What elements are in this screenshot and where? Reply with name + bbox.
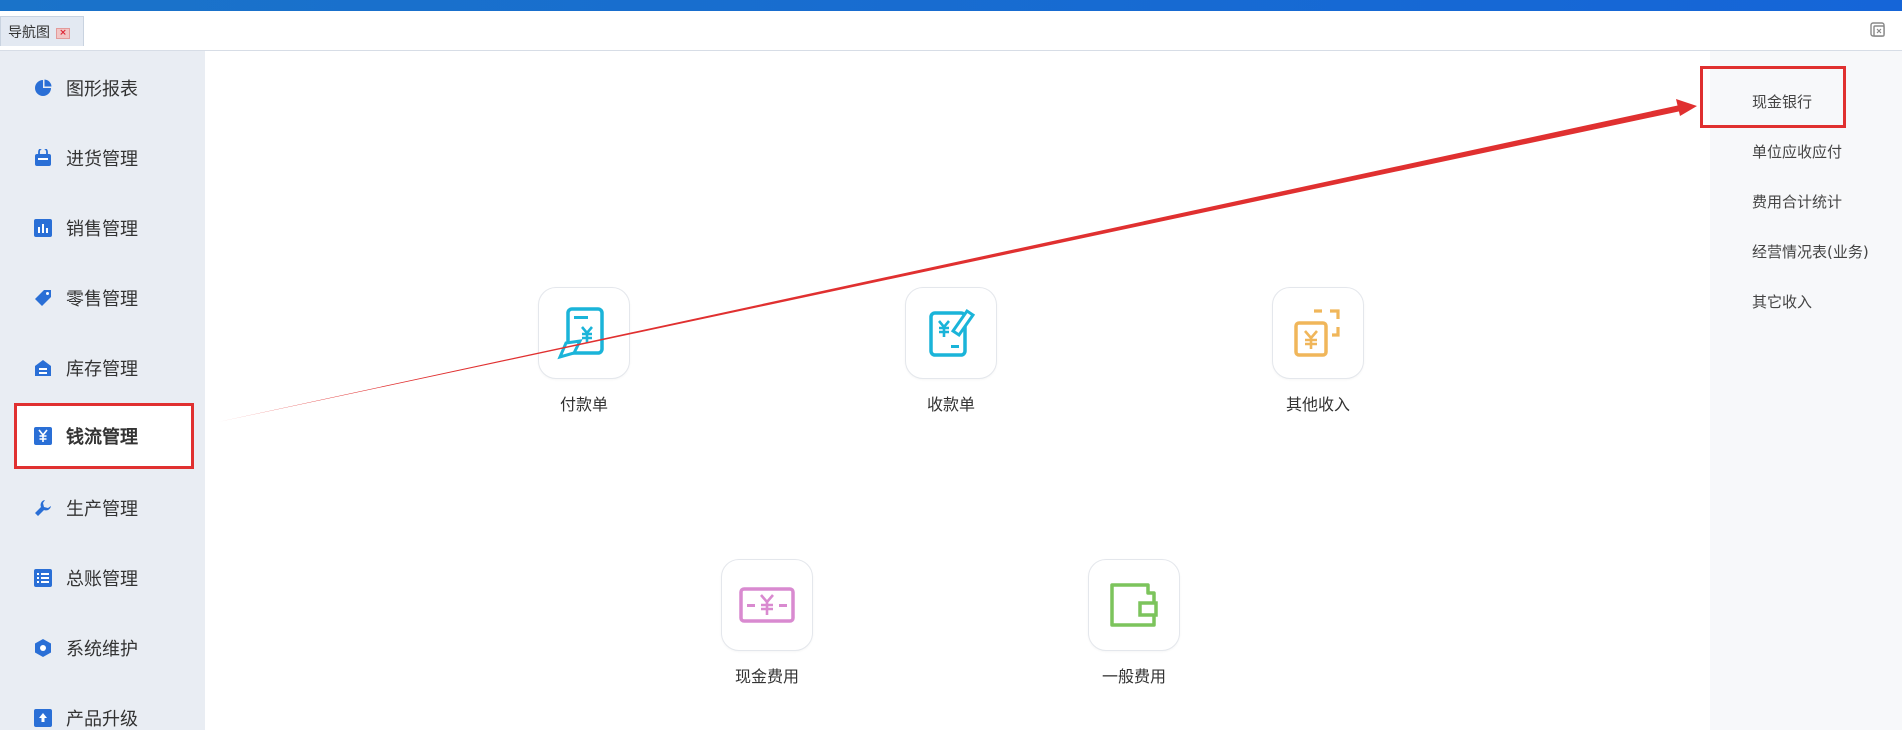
sidebar-item-retail[interactable]: 零售管理 [14,263,205,333]
wallet-icon [1088,559,1180,651]
sidebar-item-label: 零售管理 [66,289,138,310]
window-top-bar [0,0,1902,11]
tab-navigation-map[interactable]: 导航图 × [0,16,84,46]
tile-receipt-voucher[interactable]: 收款单 [871,287,1031,415]
sidebar-item-system[interactable]: 系统维护 [14,613,205,683]
report-other-income[interactable]: 其它收入 [1752,291,1812,312]
bar-chart-icon [34,219,52,237]
pie-chart-icon [34,79,52,97]
tile-label: 收款单 [926,395,975,414]
sidebar-item-label: 进货管理 [66,149,138,170]
tile-label: 一般费用 [1101,667,1166,686]
restore-window-icon[interactable] [1868,20,1888,40]
report-operation-status[interactable]: 经营情况表(业务) [1752,241,1869,262]
tab-label: 导航图 [8,24,50,41]
sidebar-item-label: 库存管理 [66,359,138,380]
sidebar-item-inventory[interactable]: 库存管理 [14,333,205,403]
tile-payment-voucher[interactable]: 付款单 [504,287,664,415]
list-icon [34,569,52,587]
hexagon-icon [34,639,52,657]
sidebar-item-label: 图形报表 [66,79,138,100]
sidebar-item-cashflow[interactable]: 钱流管理 [14,403,194,469]
tile-label: 其他收入 [1285,395,1350,414]
sidebar-item-label: 销售管理 [66,219,138,240]
warehouse-icon [34,359,52,377]
tile-other-income[interactable]: 其他收入 [1238,287,1398,415]
sidebar-item-production[interactable]: 生产管理 [14,473,205,543]
sidebar: 图形报表 进货管理 销售管理 零售管理 库存管理 钱流管理 生产管理 总账管理 … [0,51,205,730]
report-receivable-payable[interactable]: 单位应收应付 [1752,141,1842,162]
sidebar-item-upgrade[interactable]: 产品升级 [14,683,205,753]
sidebar-item-charts[interactable]: 图形报表 [14,53,205,123]
wrench-icon [34,499,52,517]
tile-general-expense[interactable]: 一般费用 [1054,559,1214,687]
tab-close-icon[interactable]: × [56,28,70,39]
right-panel: 现金银行 单位应收应付 费用合计统计 经营情况表(业务) 其它收入 [1710,51,1902,730]
yen-icon [34,427,52,445]
report-expense-summary[interactable]: 费用合计统计 [1752,191,1842,212]
main-content: 付款单 收款单 其他收入 现金费用 一般费用 [205,51,1710,730]
sidebar-item-sales[interactable]: 销售管理 [14,193,205,263]
sidebar-item-purchase[interactable]: 进货管理 [14,123,205,193]
tile-label: 付款单 [559,395,608,414]
tag-icon [34,289,52,307]
other-income-icon [1272,287,1364,379]
upload-icon [34,709,52,727]
tile-label: 现金费用 [734,667,799,686]
sidebar-item-ledger[interactable]: 总账管理 [14,543,205,613]
sidebar-item-label: 总账管理 [66,569,138,590]
cash-expense-icon [721,559,813,651]
basket-icon [34,149,52,167]
highlight-box [1700,66,1846,128]
sidebar-item-label: 钱流管理 [66,427,138,448]
receipt-voucher-icon [905,287,997,379]
payment-voucher-icon [538,287,630,379]
sidebar-item-label: 系统维护 [66,639,138,660]
sidebar-item-label: 产品升级 [66,709,138,730]
tile-cash-expense[interactable]: 现金费用 [687,559,847,687]
tab-bar: 导航图 × [0,11,1902,51]
sidebar-item-label: 生产管理 [66,499,138,520]
